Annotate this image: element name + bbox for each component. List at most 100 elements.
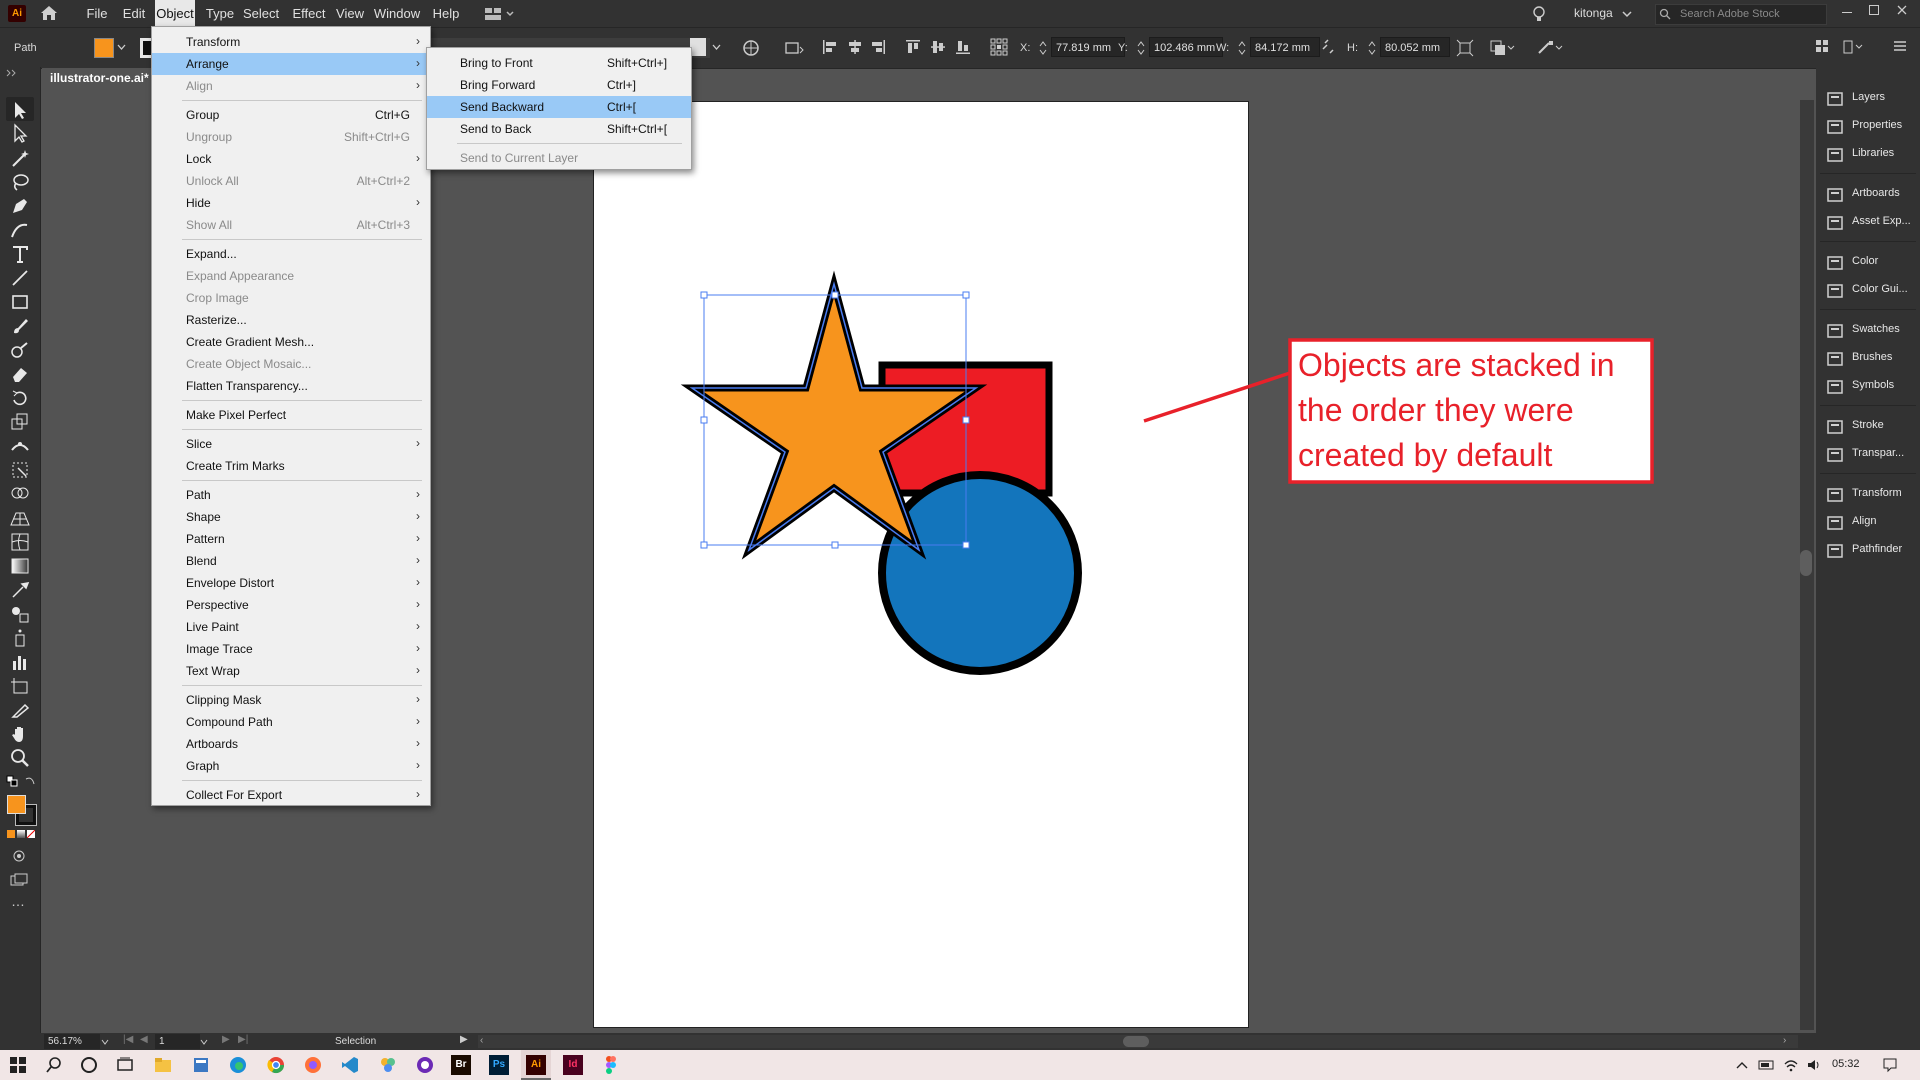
prev-artboard-icon[interactable]: ◀ [140,1034,148,1045]
menu-edit[interactable]: Edit [120,0,148,27]
paintbrush-icon[interactable] [9,315,31,337]
user-name[interactable]: kitonga [1574,6,1613,20]
panel-libraries[interactable]: Libraries [1816,143,1920,167]
object-menu-item-expand-appearance[interactable]: Expand Appearance [152,265,430,287]
object-menu-item-group[interactable]: Group Ctrl+G [152,104,430,126]
reference-point-icon[interactable] [990,38,1008,56]
more-tools-button[interactable]: … [11,893,26,909]
menu-select[interactable]: Select [243,0,279,27]
blend-tool-icon[interactable] [9,603,31,625]
panel-pathfinder[interactable]: Pathfinder [1816,539,1920,563]
app-logo[interactable]: Ai [8,5,26,22]
object-menu-item-shape[interactable]: Shape › [152,506,430,528]
scrollbar-thumb[interactable] [1800,550,1812,576]
object-menu-item-compound-path[interactable]: Compound Path › [152,711,430,733]
object-menu-item-transform[interactable]: Transform › [152,31,430,53]
width-tool-icon[interactable] [9,435,31,457]
chrome-icon[interactable] [266,1055,286,1075]
scroll-right-arrow[interactable]: › [1783,1035,1786,1046]
pinwheel-app-icon[interactable] [378,1055,398,1075]
fill-swatch[interactable] [94,38,114,58]
vertical-scrollbar[interactable] [1800,100,1814,1030]
align-middle-icon[interactable] [930,39,946,55]
object-menu-item-envelope-distort[interactable]: Envelope Distort › [152,572,430,594]
object-menu-item-pattern[interactable]: Pattern › [152,528,430,550]
x-stepper-icon[interactable] [1039,38,1047,58]
panel-stroke[interactable]: Stroke [1816,415,1920,439]
mesh-tool-icon[interactable] [9,531,31,553]
gradient-tool-icon[interactable] [9,555,31,577]
restore-button[interactable] [1869,5,1879,15]
panel-asset-exp[interactable]: Asset Exp... [1816,211,1920,235]
free-transform-icon[interactable] [9,459,31,481]
panel-menu-icon[interactable] [1815,39,1829,53]
panel-brushes[interactable]: Brushes [1816,347,1920,371]
media-app-icon[interactable] [415,1055,435,1075]
h-stepper-icon[interactable] [1368,38,1376,58]
firefox-icon[interactable] [303,1055,323,1075]
object-menu-item-graph[interactable]: Graph › [152,755,430,777]
chevron-down-icon[interactable] [101,1039,109,1045]
direct-selection-icon[interactable] [9,122,31,144]
selection-tool-icon[interactable] [9,99,31,121]
w-stepper-icon[interactable] [1238,38,1246,58]
object-menu-item-make-pixel-perfect[interactable]: Make Pixel Perfect [152,404,430,426]
vscode-icon[interactable] [340,1055,360,1075]
h-input[interactable]: 80.052 mm [1380,37,1450,57]
object-menu-item-text-wrap[interactable]: Text Wrap › [152,660,430,682]
menu-effect[interactable]: Effect [290,0,328,27]
object-menu-item-create-object-mosaic[interactable]: Create Object Mosaic... [152,353,430,375]
slice-tool-icon[interactable] [9,699,31,721]
panel-arrange-icon[interactable] [1843,39,1863,55]
photoshop-icon[interactable]: Ps [489,1055,509,1075]
panel-symbols[interactable]: Symbols [1816,375,1920,399]
menu-help[interactable]: Help [431,0,461,27]
curvature-icon[interactable] [9,219,31,241]
menu-view[interactable]: View [335,0,365,27]
panel-transform[interactable]: Transform [1816,483,1920,507]
recolor-icon[interactable] [742,39,760,57]
arrange-item-send-to-current-layer[interactable]: Send to Current Layer [427,147,691,169]
perspective-grid-icon[interactable] [9,507,31,529]
indesign-icon[interactable]: Id [563,1055,583,1075]
object-menu-item-hide[interactable]: Hide › [152,192,430,214]
lasso-icon[interactable] [9,171,31,193]
blue-circle[interactable] [878,471,1082,675]
figma-icon[interactable] [601,1055,621,1075]
chevron-down-icon[interactable] [1622,10,1632,18]
object-menu-item-collect-for-export[interactable]: Collect For Export › [152,784,430,806]
object-menu-item-crop-image[interactable]: Crop Image [152,287,430,309]
object-menu-item-slice[interactable]: Slice › [152,433,430,455]
edit-toolbar-icon[interactable] [1537,39,1563,57]
arrange-item-bring-forward[interactable]: Bring Forward Ctrl+] [427,74,691,96]
align-right-icon[interactable] [870,39,886,55]
object-menu-item-artboards[interactable]: Artboards › [152,733,430,755]
color-mode-button[interactable] [7,830,15,838]
windows-start-icon[interactable] [8,1055,28,1075]
search-icon[interactable] [44,1055,64,1075]
arrange-item-bring-to-front[interactable]: Bring to Front Shift+Ctrl+] [427,52,691,74]
y-input[interactable]: 102.486 mm [1149,37,1223,57]
panel-layers[interactable]: Layers [1816,87,1920,111]
chevron-down-icon[interactable] [200,1039,208,1045]
scroll-left-arrow[interactable]: ‹ [480,1035,483,1046]
type-tool-icon[interactable] [9,243,31,265]
object-menu-item-create-gradient-mesh[interactable]: Create Gradient Mesh... [152,331,430,353]
object-menu-item-expand[interactable]: Expand... [152,243,430,265]
panel-transpar[interactable]: Transpar... [1816,443,1920,467]
artboard-number-field[interactable]: 1 [155,1034,200,1049]
menu-type[interactable]: Type [204,0,236,27]
lightbulb-icon[interactable] [1532,5,1546,23]
arrange-item-send-to-back[interactable]: Send to Back Shift+Ctrl+[ [427,118,691,140]
swap-colors-icon[interactable] [24,775,36,787]
calculator-icon[interactable] [191,1055,211,1075]
object-menu-item-align[interactable]: Align › [152,75,430,97]
w-input[interactable]: 84.172 mm [1250,37,1320,57]
object-menu-item-arrange[interactable]: Arrange › [152,53,430,75]
object-menu-item-perspective[interactable]: Perspective › [152,594,430,616]
isolate-icon[interactable] [1456,39,1474,57]
panel-properties[interactable]: Properties [1816,115,1920,139]
align-center-icon[interactable] [847,39,863,55]
align-left-icon[interactable] [822,39,838,55]
align-bottom-icon[interactable] [955,39,971,55]
